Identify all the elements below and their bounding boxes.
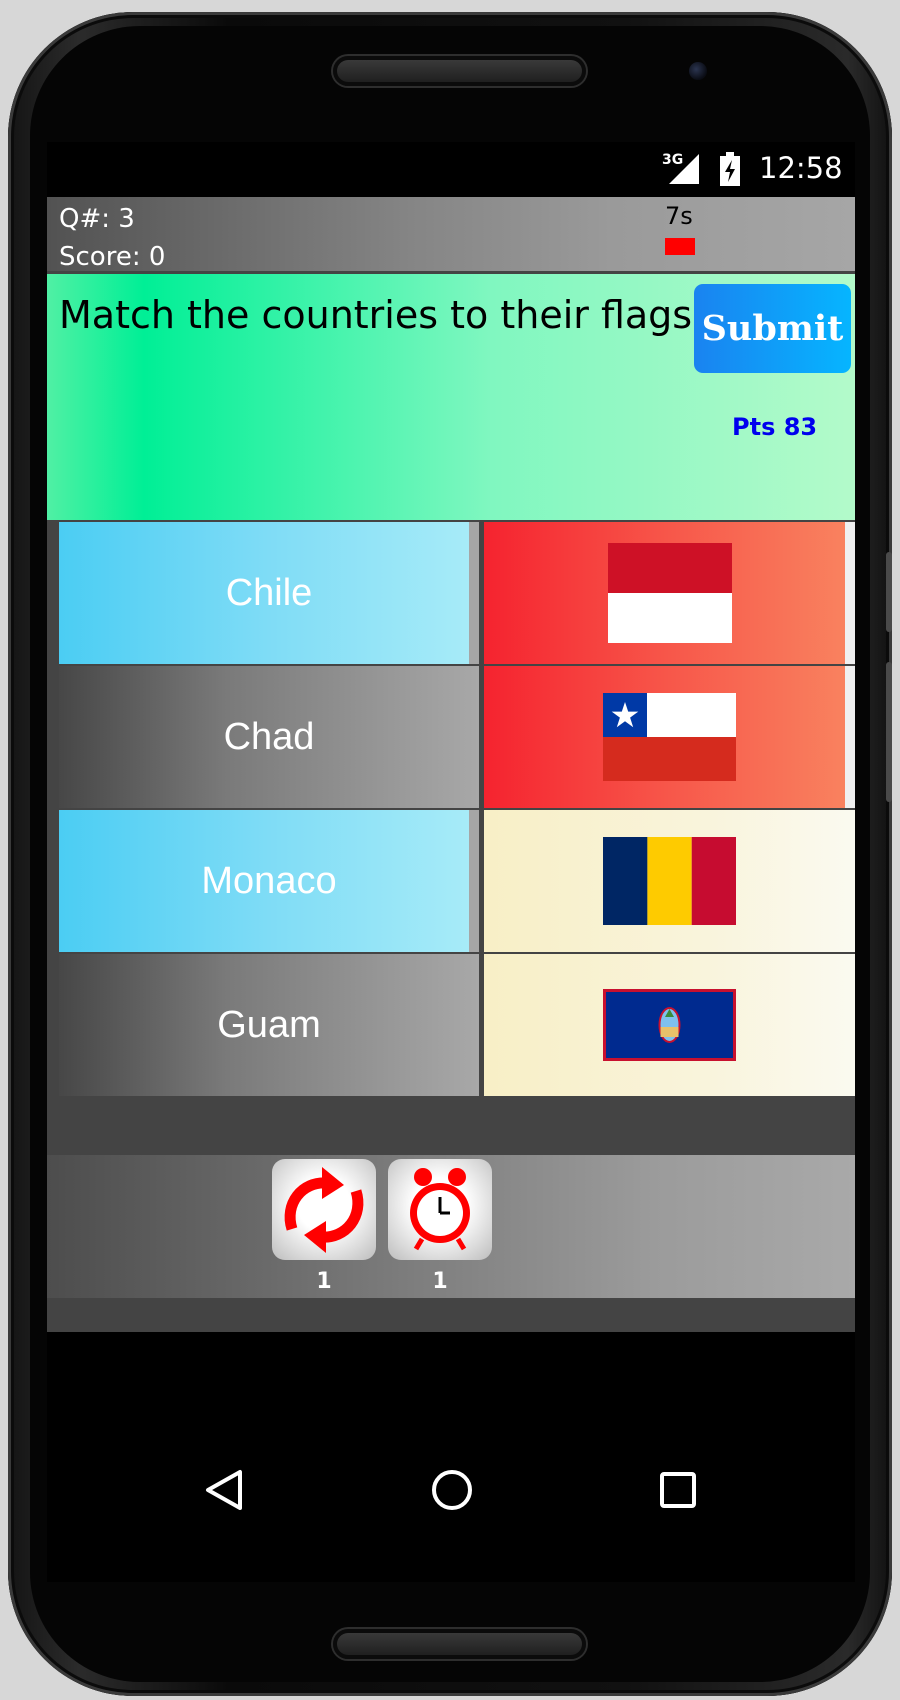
alarm-clock-icon — [410, 1168, 470, 1251]
chad-flag-icon — [603, 837, 736, 925]
back-icon[interactable] — [204, 1468, 244, 1512]
match-row: Chad — [59, 666, 855, 808]
match-row: Guam — [59, 954, 855, 1096]
flag-cell-1[interactable] — [484, 522, 855, 664]
time-powerup-count: 1 — [432, 1269, 448, 1294]
points-label: Pts 83 — [732, 413, 818, 441]
submit-button[interactable]: Submit — [694, 284, 851, 373]
time-powerup-button[interactable] — [388, 1159, 492, 1260]
question-number: Q#: 3 — [59, 204, 135, 234]
score: Score: 0 — [59, 242, 166, 272]
shuffle-powerup-button[interactable] — [272, 1159, 376, 1260]
indonesia-monaco-flag-icon — [607, 543, 732, 643]
powerups-bar: 1 1 — [47, 1155, 855, 1298]
match-grid: Chile Chad Monaco Guam — [59, 522, 855, 1098]
volume-button — [886, 552, 892, 632]
question-panel: Match the countries to their flags Submi… — [47, 274, 855, 520]
quiz-app: Q#: 3 Score: 0 7s Match the countries to… — [47, 197, 855, 1332]
match-row: Monaco — [59, 810, 855, 952]
earpiece-speaker — [333, 56, 586, 86]
timer-bar — [665, 238, 695, 255]
guam-flag-icon — [603, 989, 736, 1061]
match-row: Chile — [59, 522, 855, 664]
timer-text: 7s — [665, 202, 693, 230]
flag-cell-4[interactable] — [484, 954, 855, 1096]
flag-cell-2[interactable] — [484, 666, 855, 808]
front-camera — [689, 62, 707, 80]
refresh-icon — [284, 1167, 364, 1253]
navigation-bar — [47, 1332, 855, 1582]
recents-icon[interactable] — [658, 1470, 698, 1510]
question-prompt: Match the countries to their flags — [59, 293, 693, 337]
country-cell-monaco[interactable]: Monaco — [59, 810, 479, 952]
battery-charging-icon — [720, 152, 740, 186]
country-label: Chile — [225, 571, 313, 614]
clock: 12:58 — [759, 151, 843, 185]
status-bar: 3G 12:58 — [47, 142, 855, 197]
country-label: Chad — [223, 715, 315, 758]
quiz-header: Q#: 3 Score: 0 7s — [47, 197, 855, 272]
country-label: Guam — [217, 1003, 321, 1046]
signal-icon — [669, 154, 699, 184]
power-button — [886, 662, 892, 802]
country-cell-guam[interactable]: Guam — [59, 954, 479, 1096]
country-label: Monaco — [201, 859, 337, 902]
chile-flag-icon — [603, 693, 736, 781]
home-icon[interactable] — [430, 1468, 474, 1512]
country-cell-chile[interactable]: Chile — [59, 522, 479, 664]
screen: 3G 12:58 Q#: 3 Score: 0 7s Match the cou… — [47, 142, 855, 1582]
shuffle-powerup-count: 1 — [316, 1269, 332, 1294]
bottom-speaker — [333, 1629, 586, 1659]
country-cell-chad[interactable]: Chad — [59, 666, 479, 808]
flag-cell-3[interactable] — [484, 810, 855, 952]
